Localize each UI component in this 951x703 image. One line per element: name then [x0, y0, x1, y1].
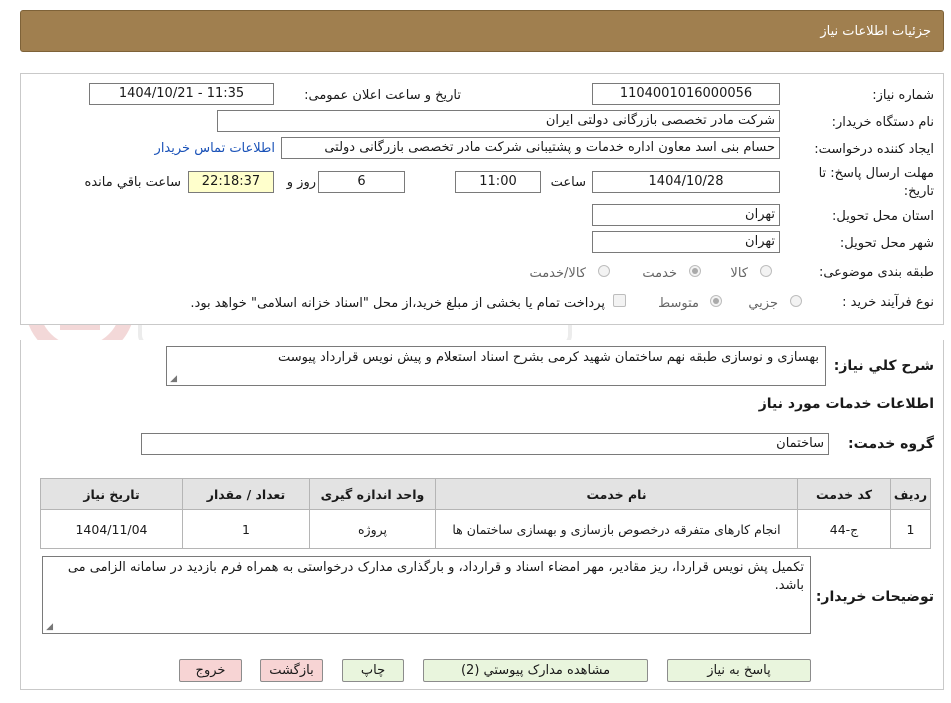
back-button[interactable]: بازگشت — [260, 659, 323, 682]
col-service-name: نام خدمت — [435, 478, 798, 510]
city-label: شهر محل تحویل: — [839, 236, 934, 251]
table-header-row: ردیف کد خدمت نام خدمت واحد اندازه گیری ت… — [40, 478, 931, 510]
province-label: استان محل تحویل: — [832, 209, 934, 224]
description-text: بهسازی و نوسازی طبقه نهم ساختمان شهید کر… — [278, 350, 819, 365]
buyer-notes-label: توضیحات خریدار: — [815, 589, 934, 605]
cell-row-number: 1 — [890, 509, 931, 549]
days-label: روز و — [286, 175, 316, 190]
city-field: تهران — [592, 231, 780, 253]
deadline-label-date: تاریخ: — [903, 184, 934, 199]
category-option-goods: کالا — [730, 266, 748, 281]
cell-need-date: 1404/11/04 — [40, 509, 183, 549]
page-header: جزئیات اطلاعات نیاز — [20, 10, 944, 52]
category-option-goods-service: کالا/خدمت — [529, 266, 586, 281]
reply-button[interactable]: پاسخ به نیاز — [667, 659, 811, 682]
description-label: شرح کلي نیاز: — [833, 358, 934, 374]
service-group-label: گروه خدمت: — [848, 436, 934, 452]
creator-label: ایجاد کننده درخواست: — [814, 142, 934, 157]
buyer-notes-textarea[interactable]: تکمیل پش نویس قراردا، ریز مقادیر، مهر ام… — [42, 556, 811, 634]
creator-field: حسام بنی اسد معاون اداره خدمات و پشتیبان… — [281, 137, 780, 159]
deadline-time-label: ساعت — [550, 175, 586, 190]
print-button[interactable]: چاپ — [342, 659, 404, 682]
deadline-time-field: 11:00 — [455, 171, 541, 193]
deadline-date-field: 1404/10/28 — [592, 171, 780, 193]
process-option-medium: متوسط — [658, 296, 699, 311]
cell-service-code: ج-44 — [797, 509, 891, 549]
buyer-org-label: نام دستگاه خریدار: — [831, 115, 934, 130]
category-radio-goods-service[interactable] — [598, 265, 610, 277]
deadline-label: مهلت ارسال پاسخ: تا — [818, 166, 934, 181]
resize-grip-icon[interactable]: ◢ — [169, 375, 177, 384]
process-option-minor: جزیي — [748, 296, 778, 311]
process-label: نوع فرآیند خرید : — [842, 295, 934, 310]
cell-service-name: انجام کارهای متفرقه درخصوص بازسازی و بهس… — [435, 509, 798, 549]
category-radio-goods[interactable] — [760, 265, 772, 277]
days-field: 6 — [318, 171, 405, 193]
col-need-date: تاریخ نیاز — [40, 478, 183, 510]
category-radio-service[interactable] — [689, 265, 701, 277]
col-unit: واحد اندازه گیری — [309, 478, 436, 510]
remaining-label: ساعت باقي مانده — [84, 175, 181, 190]
process-radio-medium[interactable] — [710, 295, 722, 307]
need-number-label: شماره نیاز: — [872, 88, 934, 103]
buyer-notes-text: تکمیل پش نویس قراردا، ریز مقادیر، مهر ام… — [67, 560, 804, 593]
col-service-code: کد خدمت — [797, 478, 891, 510]
services-table: ردیف کد خدمت نام خدمت واحد اندازه گیری ت… — [40, 478, 931, 549]
service-group-field: ساختمان — [141, 433, 829, 455]
col-quantity: تعداد / مقدار — [182, 478, 310, 510]
remaining-time-field: 22:18:37 — [188, 171, 274, 193]
exit-button[interactable]: خروج — [179, 659, 242, 682]
treasury-checkbox[interactable] — [613, 294, 626, 307]
category-option-service: خدمت — [642, 266, 677, 281]
description-textarea[interactable]: بهسازی و نوسازی طبقه نهم ساختمان شهید کر… — [166, 346, 826, 386]
buyer-org-field: شرکت مادر تخصصی بازرگانی دولتی ایران — [217, 110, 780, 132]
buyer-contact-link[interactable]: اطلاعات تماس خریدار — [155, 141, 275, 156]
payment-note: پرداخت تمام یا بخشی از مبلغ خرید،از محل … — [190, 296, 605, 311]
cell-quantity: 1 — [182, 509, 310, 549]
need-number-field: 1104001016000056 — [592, 83, 780, 105]
table-row: 1 ج-44 انجام کارهای متفرقه درخصوص بازساز… — [40, 509, 931, 549]
view-documents-button[interactable]: مشاهده مدارک پیوستي (2) — [423, 659, 648, 682]
category-label: طبقه بندی موضوعی: — [818, 265, 934, 280]
process-radio-minor[interactable] — [790, 295, 802, 307]
services-heading: اطلاعات خدمات مورد نیاز — [758, 396, 934, 412]
resize-grip-icon[interactable]: ◢ — [45, 623, 53, 632]
page-title: جزئیات اطلاعات نیاز — [820, 24, 931, 39]
cell-unit: پروژه — [309, 509, 436, 549]
announce-label: تاریخ و ساعت اعلان عمومی: — [304, 88, 461, 103]
announce-field: 1404/10/21 - 11:35 — [89, 83, 274, 105]
col-row-number: ردیف — [890, 478, 931, 510]
province-field: تهران — [592, 204, 780, 226]
